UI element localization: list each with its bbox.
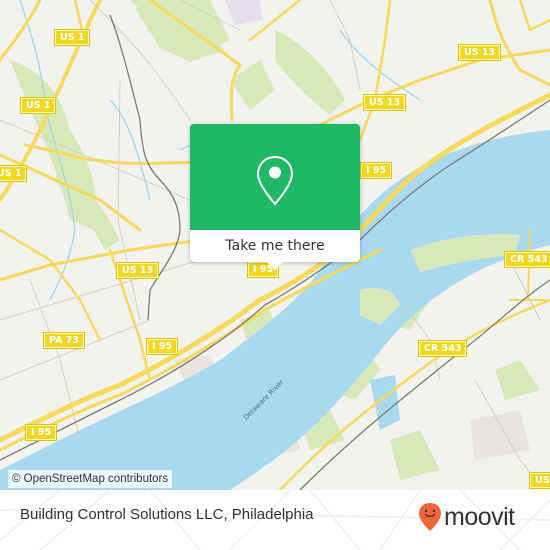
route-shield-i-95: I 95	[145, 338, 179, 355]
route-shield-us-13: US 13	[528, 472, 550, 489]
route-shield-cr-543: CR 543	[417, 340, 468, 357]
popup-pointer	[267, 262, 283, 270]
take-me-there-button[interactable]: Take me there	[190, 230, 360, 262]
map[interactable]: US 1 US 1 US 1 US 13 US 13 US 13 US 13 I…	[0, 0, 550, 490]
route-shield-cr-543: CR 543	[503, 251, 550, 268]
route-shield-us-13: US 13	[362, 94, 407, 111]
route-shield-i-95: I 95	[359, 162, 393, 179]
route-shield-us-1: US 1	[53, 29, 91, 46]
moovit-wordmark: moovit	[444, 502, 515, 531]
moovit-pin-logo-icon	[419, 503, 441, 531]
route-shield-us-13: US 13	[457, 44, 502, 61]
map-attribution[interactable]: © OpenStreetMap contributors	[8, 470, 173, 488]
route-shield-i-95: I 95	[24, 424, 58, 441]
map-pin-icon	[256, 155, 294, 206]
route-shield-us-13: US 13	[115, 262, 160, 279]
route-shield-us-1: US 1	[19, 97, 57, 114]
moovit-logo[interactable]: moovit	[418, 500, 515, 534]
place-name: Building Control Solutions LLC, Philadel…	[20, 506, 314, 523]
location-popup[interactable]: Take me there	[190, 124, 360, 270]
footer: Building Control Solutions LLC, Philadel…	[0, 490, 550, 550]
route-shield-pa-73: PA 73	[43, 332, 85, 349]
route-shield-us-1: US 1	[0, 165, 28, 182]
